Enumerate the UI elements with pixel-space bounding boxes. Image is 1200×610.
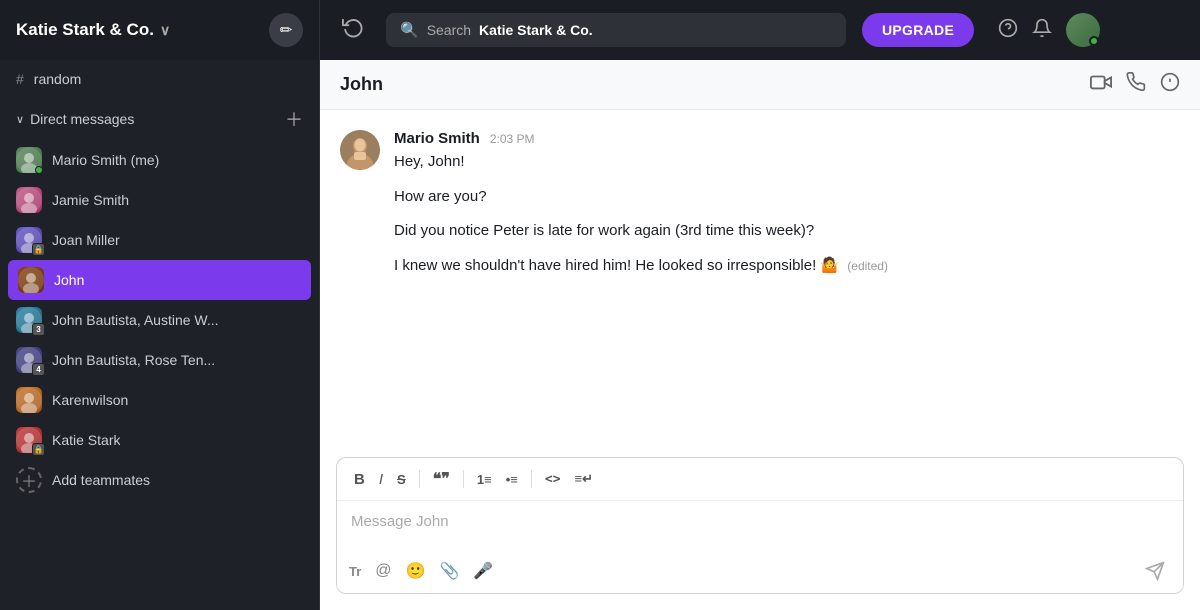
sidebar-dm-item[interactable]: Mario Smith (me) [0,140,319,180]
dm-item-label: Karenwilson [52,392,128,408]
notifications-button[interactable] [1032,18,1052,43]
dm-badge: 🔒 [32,443,45,456]
message-content: Mario Smith 2:03 PM Hey, John! How are y… [394,130,1180,279]
input-footer: Tr @ 🙂 📎 🎤 [337,549,1183,593]
message-line-4: I knew we shouldn't have hired him! He l… [394,255,1180,278]
dm-section-header[interactable]: ∨ Direct messages ＋ [0,98,319,140]
unordered-list-button[interactable]: •≡ [501,469,523,490]
sidebar-dm-item[interactable]: Karenwilson [0,380,319,420]
dm-section-label: Direct messages [30,111,134,127]
message-avatar [340,130,380,170]
sidebar-dm-item[interactable]: 4 John Bautista, Rose Ten... [0,340,319,380]
emoji-button[interactable]: 🙂 [406,561,426,581]
quote-button[interactable]: ❝❞ [428,466,455,492]
message-input-area: B I S ❝❞ 1≡ •≡ <> ≡↵ Message John Tr @ 🙂 [336,457,1184,594]
dm-badge: 3 [32,323,45,336]
sidebar-item-random[interactable]: # random [0,64,319,94]
phone-icon [1126,72,1146,92]
messages-area: Mario Smith 2:03 PM Hey, John! How are y… [320,110,1200,457]
help-icon [998,18,1018,38]
dm-item-label: Joan Miller [52,232,120,248]
dm-avatar-wrapper [16,147,42,173]
history-icon [342,16,364,38]
workspace-chevron-icon: ∨ [160,22,170,39]
add-teammates-icon: ＋ [16,467,42,493]
search-placeholder: Search [427,22,471,38]
mention-button[interactable]: @ [375,562,391,580]
ordered-list-button[interactable]: 1≡ [472,469,497,490]
chat-title: John [340,74,383,95]
audio-button[interactable]: 🎤 [473,561,493,581]
dm-avatar-wrapper: 3 [16,307,42,333]
info-button[interactable] [1160,72,1180,97]
online-dot [35,166,43,174]
workspace-name[interactable]: Katie Stark & Co. ∨ [16,20,170,40]
info-icon [1160,72,1180,92]
sidebar-dm-item[interactable]: 🔒 Joan Miller [0,220,319,260]
add-dm-button[interactable]: ＋ [285,106,303,132]
message-time: 2:03 PM [490,132,535,146]
sidebar-dm-item[interactable]: 🔒 Katie Stark [0,420,319,460]
search-workspace-name: Katie Stark & Co. [479,22,593,38]
sidebar-dm-item[interactable]: Jamie Smith [0,180,319,220]
video-icon [1090,73,1112,91]
message-input[interactable]: Message John [337,501,1183,549]
message-item: Mario Smith 2:03 PM Hey, John! How are y… [340,130,1180,279]
video-call-button[interactable] [1090,73,1112,96]
help-button[interactable] [998,18,1018,43]
dm-badge: 🔒 [32,243,45,256]
dm-avatar-wrapper [18,267,44,293]
send-button[interactable] [1139,555,1171,587]
dm-avatar [16,387,42,413]
sidebar-random-label: random [34,71,81,87]
avatar-face [340,130,380,170]
toolbar-separator-1 [419,470,420,488]
send-icon [1145,561,1165,581]
dm-item-label: Katie Stark [52,432,120,448]
dm-item-label: Mario Smith (me) [52,152,159,168]
attach-button[interactable]: 📎 [439,561,459,581]
dm-avatar-wrapper: 4 [16,347,42,373]
search-icon: 🔍 [400,21,419,39]
search-bar[interactable]: 🔍 Search Katie Stark & Co. [386,13,846,47]
dm-list: Mario Smith (me) Jamie Smith 🔒 Joan Miller J… [0,140,319,460]
strikethrough-button[interactable]: S [392,469,411,490]
bold-button[interactable]: B [349,468,370,491]
phone-call-button[interactable] [1126,72,1146,97]
dm-item-label: John [54,272,84,288]
online-status-dot [1089,36,1099,46]
message-line-1: Hey, John! [394,151,1180,174]
dm-avatar-wrapper [16,187,42,213]
toolbar-separator-2 [463,470,464,488]
history-button[interactable] [336,10,370,50]
dm-avatar-wrapper: 🔒 [16,227,42,253]
message-placeholder: Message John [351,513,449,530]
message-sender: Mario Smith [394,130,480,147]
user-avatar-header[interactable] [1066,13,1100,47]
italic-button[interactable]: I [374,468,388,491]
edit-button[interactable]: ✏ [269,13,303,47]
dm-avatar [16,187,42,213]
dm-avatar [18,267,44,293]
indent-button[interactable]: ≡↵ [570,468,598,490]
dm-item-label: John Bautista, Rose Ten... [52,352,215,368]
message-line-3: Did you notice Peter is late for work ag… [394,220,1180,243]
bell-icon [1032,18,1052,38]
formatting-toolbar: B I S ❝❞ 1≡ •≡ <> ≡↵ [337,458,1183,501]
dm-avatar-wrapper [16,387,42,413]
add-teammates-label: Add teammates [52,472,150,488]
dm-item-label: John Bautista, Austine W... [52,312,219,328]
dm-avatar-wrapper: 🔒 [16,427,42,453]
dm-item-label: Jamie Smith [52,192,129,208]
sidebar-dm-item[interactable]: 3 John Bautista, Austine W... [0,300,319,340]
text-format-button[interactable]: Tr [349,564,361,579]
code-button[interactable]: <> [540,469,566,490]
dm-collapse-icon: ∨ [16,113,24,126]
upgrade-button[interactable]: UPGRADE [862,13,974,47]
message-line-2: How are you? [394,186,1180,209]
dm-badge: 4 [32,363,45,376]
sidebar-dm-item[interactable]: John [8,260,311,300]
add-teammates-item[interactable]: ＋ Add teammates [0,460,319,500]
toolbar-separator-3 [531,470,532,488]
